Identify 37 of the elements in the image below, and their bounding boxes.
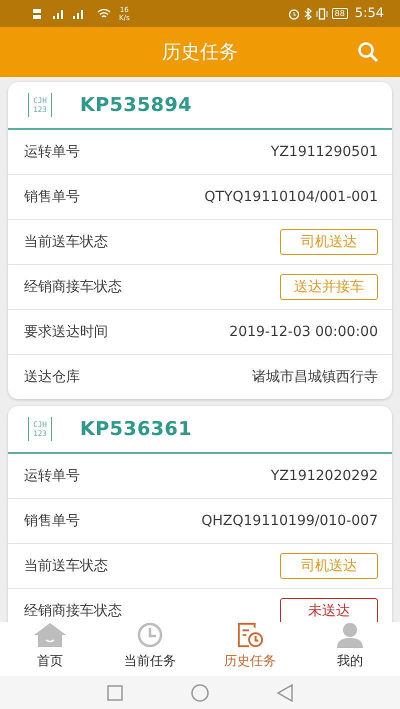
clock-time: 5:54 [354, 6, 384, 21]
vibrate-icon [316, 8, 328, 20]
status-tag: 送达并接车 [280, 274, 378, 300]
recent-apps-icon[interactable] [107, 684, 123, 700]
user-icon [336, 622, 364, 648]
alarm-icon [288, 8, 300, 20]
field-label: 销售单号 [24, 188, 80, 206]
back-icon[interactable] [277, 684, 293, 702]
field-value: 2019-12-03 00:00:00 [229, 324, 378, 340]
battery-level: 88 [332, 8, 348, 19]
home-icon [33, 622, 67, 648]
document-clock-icon [235, 622, 265, 648]
field-value: YZ1911290501 [270, 144, 378, 160]
field-label: 当前送车状态 [24, 557, 108, 575]
field-value: QHZQ19110199/010-007 [201, 513, 378, 529]
status-tag: 司机送达 [280, 229, 378, 255]
task-code: KP535894 [80, 94, 192, 116]
bluetooth-icon [304, 8, 312, 20]
field-value: 诸城市昌城镇西行寺 [252, 368, 378, 386]
field-label: 经销商接车状态 [24, 278, 122, 296]
field-label: 运转单号 [24, 143, 80, 161]
search-icon [356, 40, 380, 64]
search-button[interactable] [356, 40, 380, 64]
field-label: 运转单号 [24, 467, 80, 485]
field-value: YZ1912020292 [270, 468, 378, 484]
status-tag: 司机送达 [280, 553, 378, 579]
field-label: 当前送车状态 [24, 233, 108, 251]
home-button-icon[interactable] [191, 684, 209, 702]
clock-icon [136, 622, 164, 648]
field-value: QTYQ19110104/001-001 [204, 189, 378, 205]
field-label: 销售单号 [24, 512, 80, 530]
field-label: 送达仓库 [24, 368, 80, 386]
task-code: KP536361 [80, 418, 192, 440]
field-label: 要求送达时间 [24, 323, 108, 341]
field-label: 经销商接车状态 [24, 602, 122, 620]
wifi-icon [97, 8, 111, 19]
page-title: 历史任务 [162, 40, 238, 65]
